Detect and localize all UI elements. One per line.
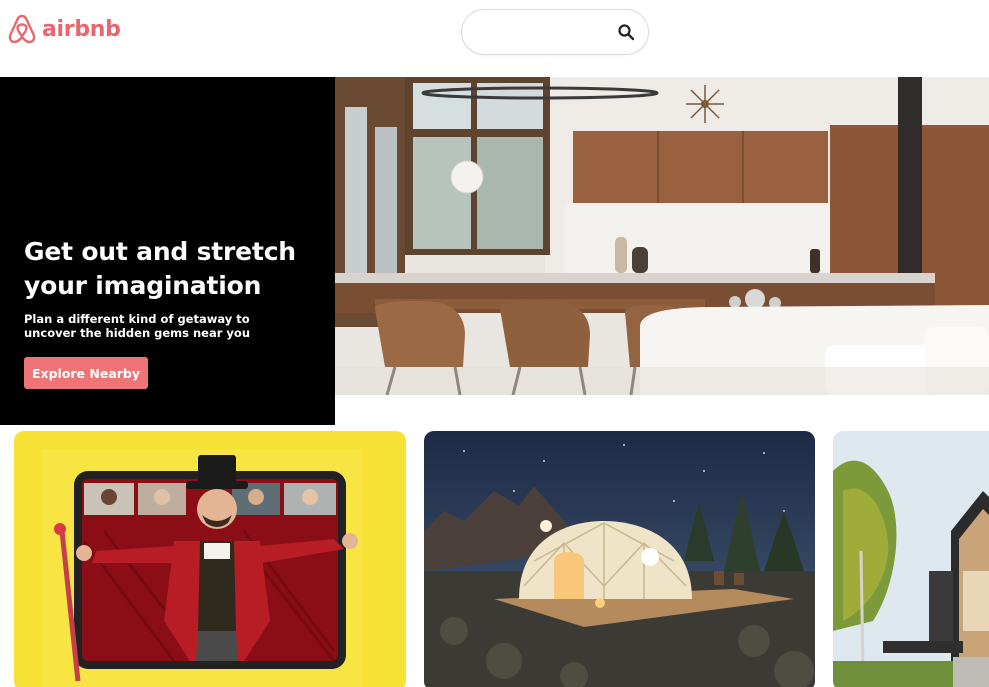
ringmaster-video-call-photo-icon xyxy=(14,431,406,687)
modern-cabin-forest-photo-icon xyxy=(833,431,989,687)
brand-name: airbnb xyxy=(42,16,121,42)
airbnb-logo[interactable]: airbnb xyxy=(6,12,121,46)
explore-nearby-button[interactable]: Explore Nearby xyxy=(24,357,148,389)
search-bar[interactable] xyxy=(461,9,649,55)
hero-image xyxy=(335,77,989,395)
hero-subtitle: Plan a different kind of getaway to unco… xyxy=(24,312,251,340)
modern-kitchen-dining-photo-icon xyxy=(335,77,989,395)
card-online-experience[interactable] xyxy=(14,431,406,687)
search-icon[interactable] xyxy=(617,23,635,41)
card-modern-cabin[interactable] xyxy=(833,431,989,687)
airbnb-belo-icon xyxy=(8,14,36,44)
site-header: airbnb xyxy=(0,0,989,72)
card-geodesic-dome[interactable] xyxy=(424,431,815,687)
search-input[interactable] xyxy=(476,20,616,44)
hero-title: Get out and stretch your imagination xyxy=(24,237,296,300)
hero-panel: Get out and stretch your imagination Pla… xyxy=(0,77,335,425)
geodesic-dome-night-photo-icon xyxy=(424,431,815,687)
